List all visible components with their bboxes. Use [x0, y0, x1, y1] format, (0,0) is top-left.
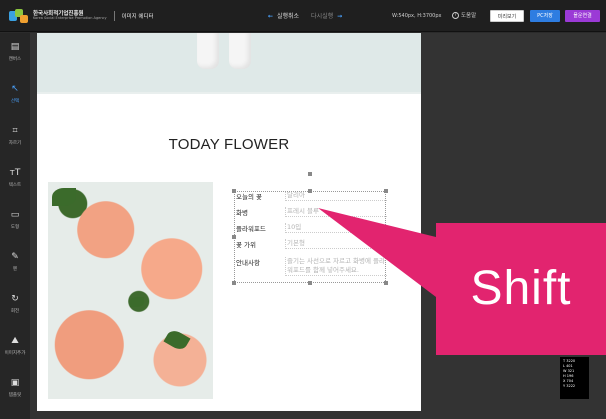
divider: [113, 11, 115, 21]
vase-right: [229, 33, 251, 69]
tool-sidebar: ▤ 캔버스 ↖ 선택 ⌗ 자르기 тT 텍스트 ▭ 도형 ✎ 펜 ↻ 회전 ⛰ …: [0, 33, 30, 419]
pc-save-button[interactable]: PC저장: [530, 10, 560, 22]
sidebar-item-select[interactable]: ↖ 선택: [0, 83, 30, 104]
top-bar: 한국사회적기업진흥원 Korea Social Enterprise Promo…: [0, 0, 606, 32]
rotate-handle[interactable]: [308, 172, 312, 176]
sidebar-item-template[interactable]: ▣ 템플릿: [0, 377, 30, 398]
resize-handle[interactable]: [232, 235, 236, 239]
sidebar-item-rotate[interactable]: ↻ 회전: [0, 293, 30, 314]
flower-photo[interactable]: [48, 182, 213, 399]
sidebar-item-label: 캔버스: [8, 57, 22, 62]
sidebar-item-pen[interactable]: ✎ 펜: [0, 251, 30, 272]
resize-handle[interactable]: [308, 189, 312, 193]
sidebar-item-label: 이미지추가: [4, 351, 26, 356]
sidebar-item-label: 도형: [10, 225, 20, 230]
sidebar-item-canvas[interactable]: ▤ 캔버스: [0, 41, 30, 62]
sidebar-item-add-image[interactable]: ⛰ 이미지추가: [0, 335, 30, 356]
redo-button[interactable]: 다시실행 →: [311, 11, 344, 20]
select-icon: ↖: [11, 84, 19, 94]
coordinate-readout: T 3220 L 401 W 321 H 196 X 704 Y 3222: [560, 357, 589, 399]
help-button[interactable]: ? 도움말: [452, 11, 476, 19]
vase-left: [197, 33, 219, 69]
logo-icon: [9, 9, 29, 23]
shift-key-badge: Shift: [436, 223, 606, 355]
resize-handle[interactable]: [232, 189, 236, 193]
hero-divider: [37, 92, 421, 94]
sidebar-item-label: 회전: [10, 309, 20, 314]
preview-button[interactable]: 미리보기: [490, 10, 524, 22]
canvas-size-readout: W:540px, H:3700px: [392, 13, 442, 19]
org-subtitle: Korea Social Enterprise Promotion Agency: [33, 16, 107, 21]
help-icon: ?: [452, 11, 459, 19]
sidebar-item-text[interactable]: тT 텍스트: [0, 167, 30, 188]
sidebar-item-label: 텍스트: [8, 183, 22, 188]
app-name: 이미지 에디터: [121, 14, 154, 20]
crop-icon: ⌗: [12, 126, 18, 136]
hero-image[interactable]: [37, 33, 421, 92]
sidebar-item-label: 선택: [10, 99, 20, 104]
help-label: 도움말: [461, 13, 477, 19]
add-image-icon: ⛰: [11, 336, 19, 346]
selection-box[interactable]: [234, 191, 386, 283]
sidebar-item-label: 템플릿: [8, 393, 22, 398]
redo-label: 다시실행: [311, 13, 334, 20]
template-icon: ▣: [10, 378, 20, 388]
shape-icon: ▭: [10, 210, 20, 220]
undo-arrow-icon: ←: [268, 13, 274, 20]
pen-icon: ✎: [11, 252, 19, 262]
undo-redo-group: ← 실행취소 다시실행 →: [266, 11, 344, 20]
resize-handle[interactable]: [308, 281, 312, 285]
resize-handle[interactable]: [232, 281, 236, 285]
mobile-button[interactable]: 몰운연결: [565, 10, 600, 22]
sidebar-item-label: 펜: [12, 267, 18, 272]
page-title[interactable]: TODAY FLOWER: [37, 136, 421, 153]
sidebar-item-crop[interactable]: ⌗ 자르기: [0, 125, 30, 146]
sidebar-item-shape[interactable]: ▭ 도형: [0, 209, 30, 230]
undo-button[interactable]: ← 실행취소: [266, 11, 299, 20]
redo-arrow-icon: →: [337, 13, 343, 20]
rotate-icon: ↻: [11, 294, 19, 304]
resize-handle[interactable]: [384, 281, 388, 285]
readout-line: Y 3222: [563, 384, 576, 388]
logo: 한국사회적기업진흥원 Korea Social Enterprise Promo…: [9, 9, 154, 23]
canvas-icon: ▤: [10, 42, 20, 52]
text-icon: тT: [9, 168, 21, 178]
sidebar-item-label: 자르기: [8, 141, 22, 146]
resize-handle[interactable]: [384, 189, 388, 193]
undo-label: 실행취소: [276, 13, 300, 20]
